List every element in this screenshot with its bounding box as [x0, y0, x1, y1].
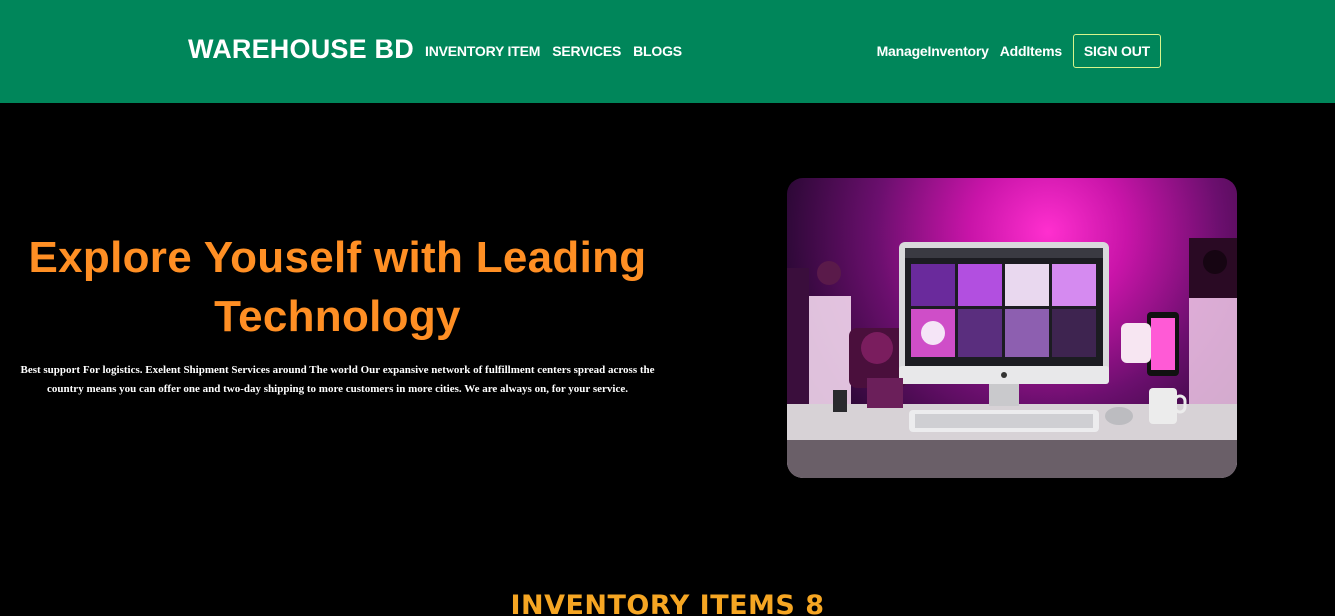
- hero-image: [787, 178, 1237, 478]
- nav-blogs-link[interactable]: BLOGS: [633, 43, 682, 59]
- brand-logo[interactable]: WAREHOUSE BD: [188, 34, 414, 65]
- desk-setup-illustration: [787, 238, 1237, 478]
- nav-services-link[interactable]: SERVICES: [552, 43, 621, 59]
- nav-inventory-item-link[interactable]: INVENTORY ITEM: [425, 43, 540, 59]
- user-nav: ManageInventory AddItems SIGN OUT: [877, 34, 1161, 68]
- hero-description: Best support For logistics. Exelent Ship…: [20, 364, 655, 395]
- sign-out-button[interactable]: SIGN OUT: [1072, 34, 1161, 68]
- inventory-section-heading: INVENTORY ITEMS 8: [510, 590, 825, 616]
- primary-nav: INVENTORY ITEM SERVICES BLOGS: [425, 43, 682, 59]
- navbar: WAREHOUSE BD INVENTORY ITEM SERVICES BLO…: [0, 0, 1335, 103]
- hero-title: Explore Youself with Leading Technology: [28, 233, 647, 341]
- nav-add-items-link[interactable]: AddItems: [1000, 43, 1062, 59]
- nav-manage-inventory-link[interactable]: ManageInventory: [877, 43, 989, 59]
